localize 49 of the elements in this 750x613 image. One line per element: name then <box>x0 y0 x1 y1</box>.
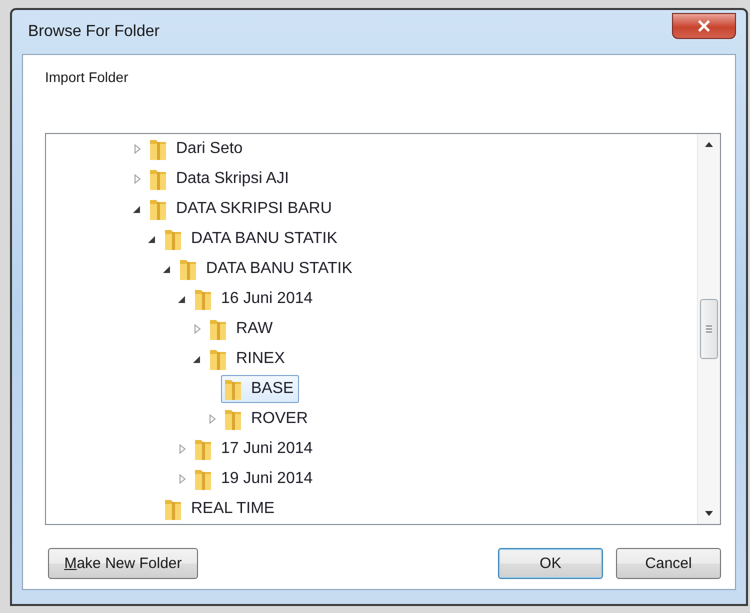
expand-arrow-icon[interactable] <box>207 414 217 424</box>
close-icon <box>697 20 711 32</box>
tree-item[interactable]: BASE <box>221 375 299 403</box>
window-title: Browse For Folder <box>27 23 160 41</box>
dialog-button[interactable]: Make New Folder <box>48 548 198 578</box>
collapse-arrow-icon[interactable] <box>147 234 157 244</box>
folder-icon <box>149 197 167 221</box>
dialog-button[interactable]: OK <box>498 548 603 578</box>
tree-item[interactable]: DATA BANU STATIK <box>176 255 358 283</box>
scroll-down-icon[interactable] <box>705 511 713 516</box>
tree-item[interactable]: RINEX <box>206 345 290 373</box>
folder-icon <box>194 467 212 491</box>
folder-icon <box>209 317 227 341</box>
expand-arrow-icon[interactable] <box>192 324 202 334</box>
collapse-arrow-icon[interactable] <box>177 294 187 304</box>
folder-icon <box>194 437 212 461</box>
scrollbar[interactable] <box>697 134 720 524</box>
expand-arrow-icon[interactable] <box>177 444 187 454</box>
folder-icon <box>164 227 182 251</box>
tree-item[interactable]: 17 Juni 2014 <box>191 435 318 463</box>
instruction-text: Import Folder <box>45 69 128 85</box>
folder-icon <box>209 347 227 371</box>
collapse-arrow-icon[interactable] <box>192 354 202 364</box>
collapse-arrow-icon[interactable] <box>162 264 172 274</box>
grip-icon <box>706 325 712 333</box>
tree-item[interactable]: DATA SKRIPSI BARU <box>146 195 337 223</box>
collapse-arrow-icon[interactable] <box>132 204 142 214</box>
expand-arrow-icon[interactable] <box>132 144 142 154</box>
tree-item[interactable]: RAW <box>206 315 278 343</box>
tree-item[interactable]: ROVER <box>221 405 313 433</box>
tree-item[interactable]: Dari Seto <box>146 135 248 163</box>
tree-item[interactable]: 16 Juni 2014 <box>191 285 318 313</box>
folder-icon <box>194 287 212 311</box>
folder-icon <box>164 497 182 521</box>
folder-icon <box>149 137 167 161</box>
tree-item[interactable]: DATA BANU STATIK <box>161 225 342 253</box>
folder-icon <box>179 257 197 281</box>
expand-arrow-icon[interactable] <box>177 474 187 484</box>
tree-item[interactable]: REAL TIME <box>161 495 280 523</box>
dialog-button[interactable]: Cancel <box>616 548 721 578</box>
tree-item[interactable]: Data Skripsi AJI <box>146 165 294 193</box>
folder-icon <box>224 407 242 431</box>
expand-arrow-icon[interactable] <box>132 174 142 184</box>
folder-icon <box>224 377 242 401</box>
close-button[interactable] <box>672 13 736 39</box>
folder-icon <box>149 167 167 191</box>
tree-item[interactable]: 19 Juni 2014 <box>191 465 318 493</box>
scroll-thumb[interactable] <box>700 299 718 359</box>
scroll-up-icon[interactable] <box>705 142 713 147</box>
